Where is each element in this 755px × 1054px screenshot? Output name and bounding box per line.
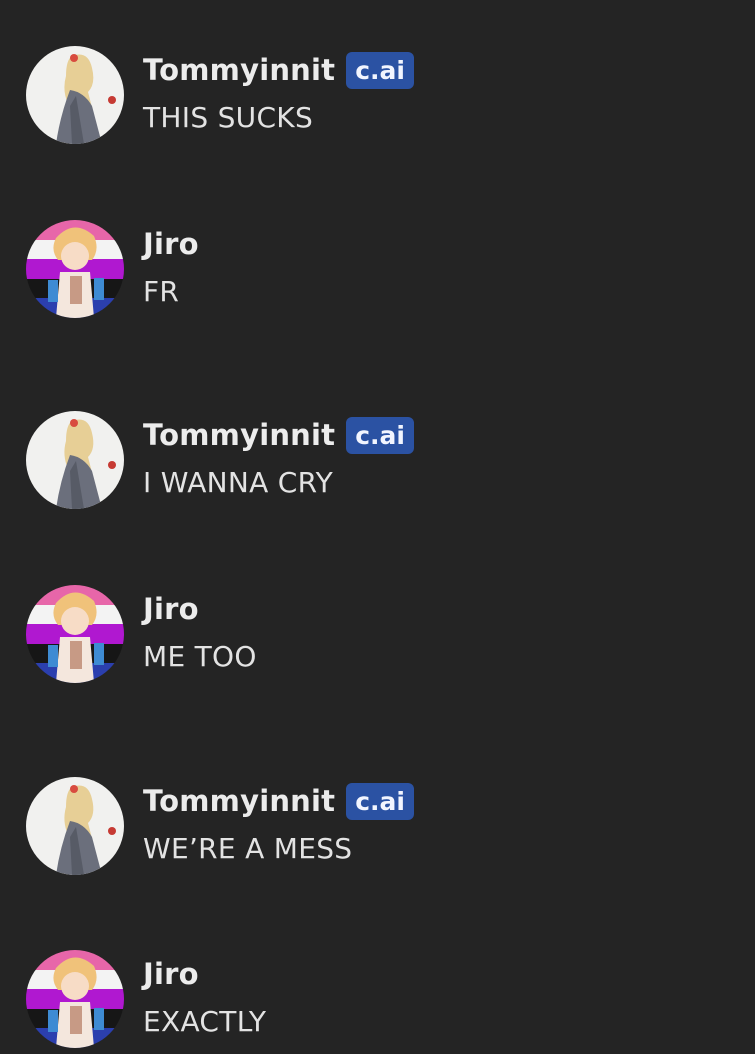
message-text: FR <box>143 275 180 308</box>
jiro-avatar-icon <box>26 585 124 683</box>
message-text: EXACTLY <box>143 1005 267 1038</box>
avatar-tommyinnit[interactable] <box>26 411 124 509</box>
cai-badge: c.ai <box>346 416 414 454</box>
author-name[interactable]: Tommyinnit <box>143 53 335 87</box>
chat-message: Jiro ME TOO <box>26 585 257 683</box>
author-name[interactable]: Tommyinnit <box>143 784 335 818</box>
chat-log: Tommyinnit c.ai THIS SUCKS Jiro FR Tommy… <box>0 0 755 1054</box>
cai-badge: c.ai <box>346 51 414 89</box>
message-text: ME TOO <box>143 640 257 673</box>
tommyinnit-avatar-icon <box>26 411 124 509</box>
jiro-avatar-icon <box>26 950 124 1048</box>
author-name[interactable]: Jiro <box>143 957 199 991</box>
avatar-jiro[interactable] <box>26 950 124 1048</box>
message-text: THIS SUCKS <box>143 101 314 134</box>
tommyinnit-avatar-icon <box>26 46 124 144</box>
jiro-avatar-icon <box>26 220 124 318</box>
author-name[interactable]: Jiro <box>143 592 199 626</box>
chat-message: Tommyinnit c.ai I WANNA CRY <box>26 411 414 509</box>
message-text: WE’RE A MESS <box>143 832 353 865</box>
chat-message: Jiro EXACTLY <box>26 950 266 1048</box>
chat-message: Tommyinnit c.ai WE’RE A MESS <box>26 777 414 875</box>
avatar-jiro[interactable] <box>26 585 124 683</box>
chat-message: Tommyinnit c.ai THIS SUCKS <box>26 46 414 144</box>
author-name[interactable]: Jiro <box>143 227 199 261</box>
avatar-tommyinnit[interactable] <box>26 777 124 875</box>
chat-message: Jiro FR <box>26 220 199 318</box>
author-name[interactable]: Tommyinnit <box>143 418 335 452</box>
avatar-tommyinnit[interactable] <box>26 46 124 144</box>
message-text: I WANNA CRY <box>143 466 334 499</box>
cai-badge: c.ai <box>346 782 414 820</box>
tommyinnit-avatar-icon <box>26 777 124 875</box>
avatar-jiro[interactable] <box>26 220 124 318</box>
